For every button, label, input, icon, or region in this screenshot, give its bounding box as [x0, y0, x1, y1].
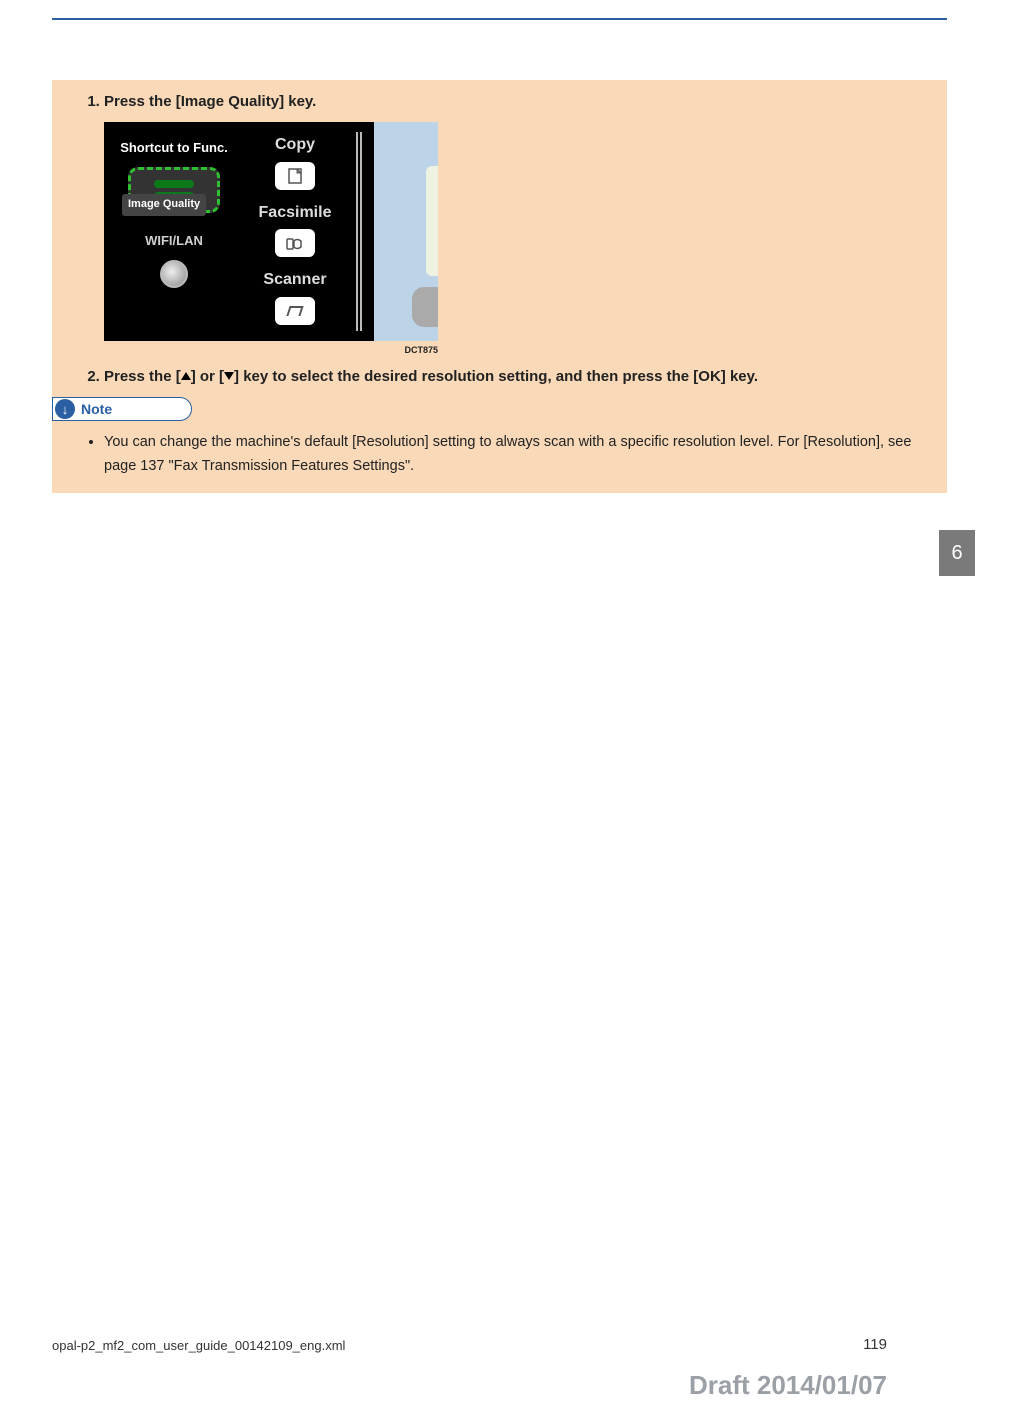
footer-doc-ref: opal-p2_mf2_com_user_guide_00142109_eng.… — [52, 1338, 345, 1353]
control-panel-illustration: Shortcut to Func. WIFI/LAN Image Quality… — [104, 122, 438, 341]
shortcut-label: Shortcut to Func. — [120, 138, 228, 159]
step-2-mid: ] or [ — [191, 368, 224, 385]
page-number: 119 — [863, 1336, 887, 1353]
chapter-tab: 6 — [939, 530, 975, 576]
copy-label: Copy — [275, 132, 315, 158]
wifi-lan-button-icon — [160, 260, 188, 288]
illustration-wrap: Shortcut to Func. WIFI/LAN Image Quality… — [104, 122, 929, 357]
step-1: Press the [Image Quality] key. Shortcut … — [104, 90, 929, 357]
note-item: You can change the machine's default [Re… — [104, 431, 929, 479]
down-arrow-icon — [224, 372, 234, 380]
facsimile-button-icon — [275, 229, 315, 257]
step-2-pre: Press the [ — [104, 368, 181, 385]
note-label: Note — [81, 401, 112, 417]
header-rule — [52, 18, 947, 20]
image-quality-label: Image Quality — [122, 194, 206, 216]
scanner-button-icon — [275, 297, 315, 325]
step-2: Press the [ ] or [ ] key to select the des… — [104, 365, 929, 389]
illustration-code: DCT875 — [104, 343, 438, 357]
note-arrow-icon: ↓ — [55, 399, 75, 419]
note-heading: ↓ Note — [52, 397, 929, 421]
copy-button-icon — [275, 162, 315, 190]
draft-stamp: Draft 2014/01/07 — [689, 1370, 887, 1401]
step-1-text: Press the [Image Quality] key. — [104, 93, 316, 110]
up-arrow-icon — [181, 372, 191, 380]
wifi-lan-label: WIFI/LAN — [145, 231, 203, 252]
instruction-box: Press the [Image Quality] key. Shortcut … — [52, 80, 947, 493]
step-2-post: ] key to select the desired resolution s… — [234, 368, 758, 385]
display-area — [374, 122, 438, 341]
scanner-label: Scanner — [263, 267, 326, 293]
facsimile-label: Facsimile — [259, 200, 332, 226]
separator-lines — [356, 132, 362, 331]
